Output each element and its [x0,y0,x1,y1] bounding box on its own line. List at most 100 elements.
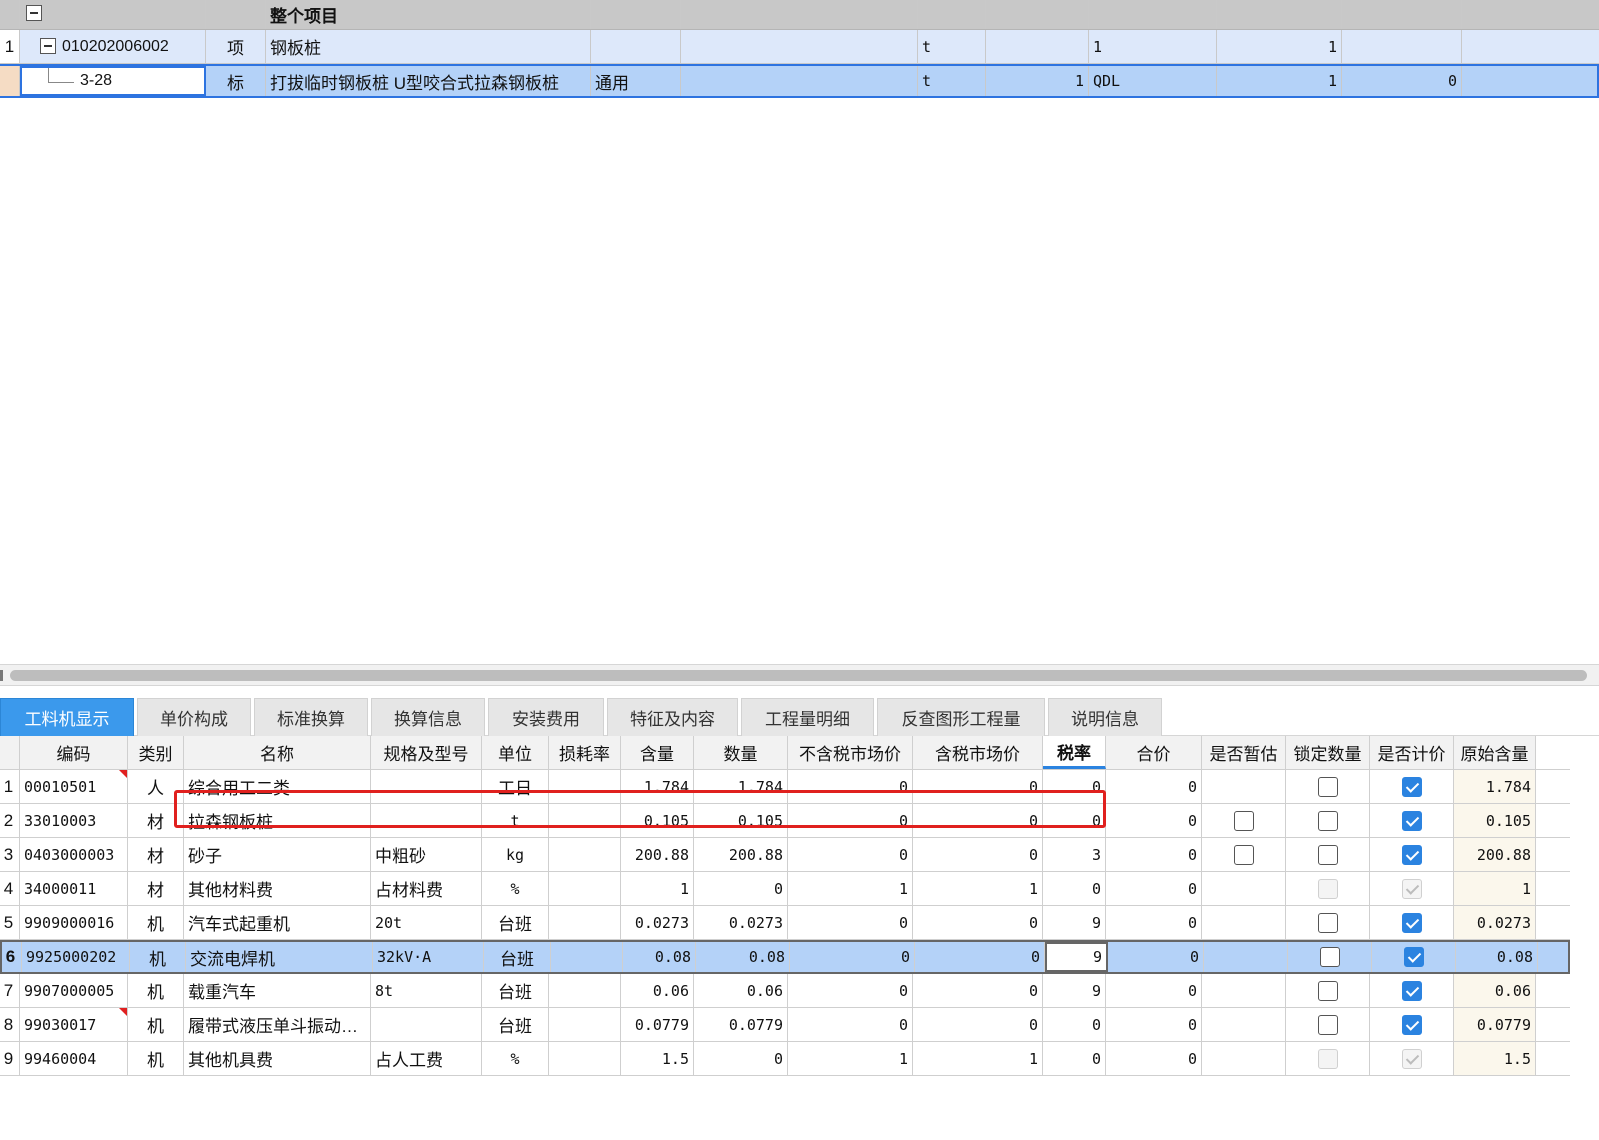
tab-installation-cost[interactable]: 安装费用 [488,698,604,736]
loss-rate-cell[interactable] [551,942,623,972]
code-cell[interactable]: 34000011 [20,872,128,905]
price-incl-tax-cell[interactable]: 1 [913,1042,1043,1075]
unit-cell[interactable]: 台班 [482,1008,549,1041]
column-header[interactable]: 含税市场价 [913,736,1043,769]
checkbox-checked-icon[interactable] [1401,1014,1422,1035]
name-cell[interactable]: 交流电焊机 [186,942,373,972]
spec-cell[interactable]: 中粗砂 [371,838,482,871]
unit-cell[interactable]: 台班 [482,906,549,939]
column-header[interactable]: 是否暂估 [1202,736,1286,769]
spec-cell[interactable]: 20t [371,906,482,939]
column-header[interactable]: 损耗率 [549,736,621,769]
is-priced-cell[interactable] [1370,872,1454,905]
tab-unit-price-composition[interactable]: 单价构成 [137,698,251,736]
tab-labor-material-machine[interactable]: 工料机显示 [0,698,134,736]
total-price-cell[interactable]: 0 [1106,1008,1202,1041]
type-cell[interactable]: 机 [130,942,186,972]
original-content-cell[interactable]: 0.08 [1456,942,1538,972]
column-header[interactable]: 数量 [694,736,788,769]
tab-reverse-graphic-quantity[interactable]: 反查图形工程量 [877,698,1045,736]
total-price-cell[interactable]: 0 [1106,872,1202,905]
lock-quantity-cell[interactable] [1286,804,1370,837]
price-incl-tax-cell[interactable]: 0 [913,770,1043,803]
loss-rate-cell[interactable] [549,1042,621,1075]
provisional-cell[interactable] [1202,906,1286,939]
price-incl-tax-cell[interactable]: 0 [913,804,1043,837]
checkbox-checked-icon[interactable] [1401,776,1422,797]
code-cell[interactable]: 33010003 [20,804,128,837]
checkbox-checked-icon[interactable] [1401,844,1422,865]
name-cell[interactable]: 其他机具费 [184,1042,371,1075]
item-unit[interactable]: t [918,66,986,96]
tax-rate-cell[interactable]: 0 [1043,770,1106,803]
price-incl-tax-cell[interactable]: 0 [915,942,1045,972]
spec-cell[interactable] [371,1008,482,1041]
lock-quantity-cell[interactable] [1286,1008,1370,1041]
loss-rate-cell[interactable] [549,906,621,939]
tax-rate-cell[interactable]: 0 [1043,1008,1106,1041]
name-cell[interactable]: 履带式液压单斗振动… [184,1008,371,1041]
loss-rate-cell[interactable] [549,838,621,871]
type-cell[interactable]: 机 [128,974,184,1007]
quantity-cell[interactable]: 0.0779 [694,1008,788,1041]
original-content-cell[interactable]: 0.0779 [1454,1008,1536,1041]
item-col11[interactable] [1462,66,1597,96]
name-cell[interactable]: 载重汽车 [184,974,371,1007]
loss-rate-cell[interactable] [549,974,621,1007]
item-code[interactable]: 3-28 [20,66,206,96]
provisional-cell[interactable] [1202,770,1286,803]
resource-row[interactable]: 8 99030017 机履带式液压单斗振动… 台班 0.0779 0.0779 0 0 0 0 0.… [0,1008,1570,1042]
unit-cell[interactable]: 工日 [482,770,549,803]
quantity-cell[interactable]: 1.784 [694,770,788,803]
name-cell[interactable]: 拉森钢板桩 [184,804,371,837]
tax-rate-cell[interactable]: 9 [1043,974,1106,1007]
resource-row[interactable]: 4 34000011 材其他材料费 占材料费% 1 0 1 1 0 0 1 [0,872,1570,906]
loss-rate-cell[interactable] [549,1008,621,1041]
item-unit[interactable]: t [918,30,986,63]
is-priced-cell[interactable] [1372,942,1456,972]
price-incl-tax-cell[interactable]: 1 [913,872,1043,905]
spec-cell[interactable] [371,804,482,837]
code-cell[interactable]: 99460004 [20,1042,128,1075]
lock-quantity-cell[interactable] [1286,906,1370,939]
content-cell[interactable]: 0.105 [621,804,694,837]
provisional-cell[interactable] [1202,872,1286,905]
column-header[interactable]: 合价 [1106,736,1202,769]
content-cell[interactable]: 1.5 [621,1042,694,1075]
quantity-cell[interactable]: 0.06 [694,974,788,1007]
loss-rate-cell[interactable] [549,804,621,837]
lock-quantity-cell[interactable] [1288,942,1372,972]
item-col10[interactable] [1342,30,1462,63]
item-col8[interactable]: QDL [1089,66,1217,96]
resource-row[interactable]: 5 9909000016 机汽车式起重机 20t 台班 0.0273 0.0273 0 0 9 0 0… [0,906,1570,940]
original-content-cell[interactable]: 1.5 [1454,1042,1536,1075]
price-excl-tax-cell[interactable]: 1 [788,872,913,905]
item-code[interactable]: 010202006002 [20,30,206,63]
is-priced-cell[interactable] [1370,1042,1454,1075]
tab-description-info[interactable]: 说明信息 [1048,698,1162,736]
horizontal-scrollbar[interactable] [0,664,1599,686]
provisional-cell[interactable] [1202,974,1286,1007]
code-cell[interactable]: 0403000003 [20,838,128,871]
unit-cell[interactable]: 台班 [484,942,551,972]
top-grid-row-selected[interactable]: 3-28 标 打拔临时钢板桩 U型咬合式拉森钢板桩 通用 t 1 QDL 1 0 [0,64,1599,98]
content-cell[interactable]: 0.06 [621,974,694,1007]
name-cell[interactable]: 综合用工二类 [184,770,371,803]
lock-quantity-cell[interactable] [1286,974,1370,1007]
price-excl-tax-cell[interactable]: 0 [788,770,913,803]
is-priced-cell[interactable] [1370,974,1454,1007]
price-excl-tax-cell[interactable]: 1 [788,1042,913,1075]
spec-cell[interactable]: 占材料费 [371,872,482,905]
item-name[interactable]: 钢板桩 [266,30,591,63]
lock-quantity-cell[interactable] [1286,1042,1370,1075]
lock-quantity-cell[interactable] [1286,872,1370,905]
checkbox-icon[interactable] [1317,776,1338,797]
content-cell[interactable]: 1.784 [621,770,694,803]
item-col8[interactable]: 1 [1089,30,1217,63]
provisional-cell[interactable] [1204,942,1288,972]
is-priced-cell[interactable] [1370,770,1454,803]
unit-cell[interactable]: t [482,804,549,837]
price-excl-tax-cell[interactable]: 0 [790,942,915,972]
content-cell[interactable]: 0.08 [623,942,696,972]
checkbox-icon[interactable] [1317,844,1338,865]
